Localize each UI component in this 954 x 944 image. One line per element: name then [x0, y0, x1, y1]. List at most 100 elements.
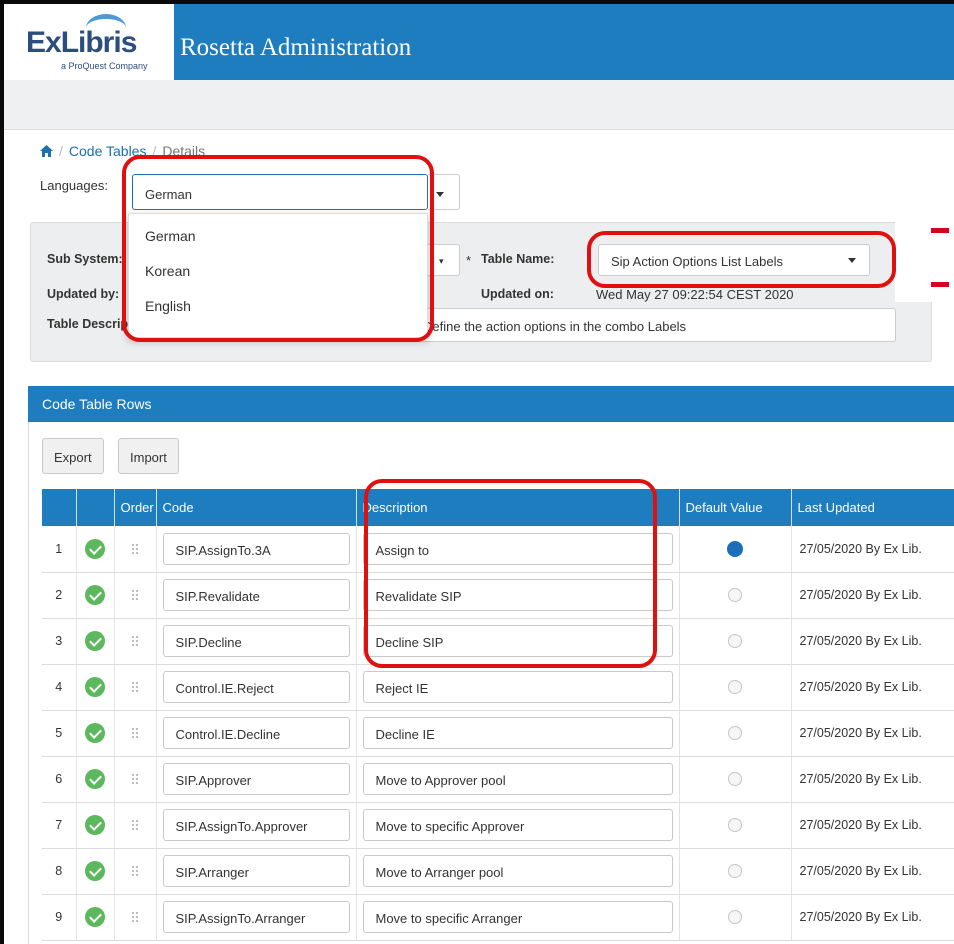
table-row[interactable]: 9 SIP.AssignTo.Arranger Move to specific A…: [42, 894, 954, 941]
active-check-icon[interactable]: [85, 538, 105, 559]
default-value-radio[interactable]: [728, 818, 742, 832]
description-cell: Assign to: [356, 526, 680, 573]
column-header-description[interactable]: Description: [356, 489, 680, 526]
languages-toggle[interactable]: [428, 174, 460, 210]
table-name-select[interactable]: Sip Action Options List Labels: [598, 244, 870, 276]
description-input[interactable]: Revalidate SIP: [362, 579, 673, 611]
column-header-last-updated[interactable]: Last Updated: [791, 489, 954, 526]
code-cell: Control.IE.Reject: [156, 664, 357, 711]
code-input[interactable]: SIP.AssignTo.3A: [162, 532, 350, 565]
default-value-cell: [679, 572, 792, 619]
updated-on-value: Wed May 27 09:22:54 CEST 2020: [596, 287, 794, 302]
order-cell: [114, 572, 157, 619]
column-header-code[interactable]: Code: [156, 489, 357, 526]
table-row[interactable]: 1 SIP.AssignTo.3A Assign to 27/05/2020 By E…: [42, 526, 954, 573]
last-updated-cell: 27/05/2020 By Ex Lib.: [791, 802, 954, 849]
row-number: 4: [42, 664, 77, 711]
required-marker: *: [466, 253, 472, 268]
description-input[interactable]: Reject IE: [362, 671, 673, 703]
code-cell: SIP.AssignTo.Arranger: [156, 894, 357, 941]
active-check-icon[interactable]: [85, 861, 105, 881]
row-number: 6: [42, 756, 77, 803]
active-check-icon[interactable]: [85, 769, 105, 789]
default-value-radio[interactable]: [728, 864, 742, 878]
code-input[interactable]: SIP.Arranger: [162, 855, 350, 887]
default-value-cell: [679, 710, 792, 757]
import-button[interactable]: Import: [118, 438, 179, 474]
drag-handle-icon[interactable]: [131, 865, 139, 877]
default-value-radio[interactable]: [727, 540, 743, 557]
active-check-icon[interactable]: [85, 907, 105, 927]
default-value-cell: [679, 526, 792, 573]
drag-handle-icon[interactable]: [131, 589, 139, 601]
description-input[interactable]: Decline IE: [362, 717, 673, 749]
language-option-english[interactable]: English: [145, 298, 191, 314]
default-value-radio[interactable]: [728, 634, 742, 648]
table-row[interactable]: 7 SIP.AssignTo.Approver Move to specific A…: [42, 802, 954, 849]
order-cell: [114, 710, 157, 757]
code-input[interactable]: SIP.AssignTo.Arranger: [162, 901, 350, 933]
active-check-icon[interactable]: [85, 723, 105, 743]
description-input[interactable]: Move to Arranger pool: [362, 855, 673, 887]
active-check-icon[interactable]: [85, 631, 105, 651]
table-row[interactable]: 4 Control.IE.Reject Reject IE 27/05/2020 By…: [42, 664, 954, 711]
drag-handle-icon[interactable]: [131, 542, 139, 555]
description-input[interactable]: Move to specific Arranger: [362, 901, 673, 933]
sub-system-label: Sub System:: [47, 252, 123, 266]
description-cell: Decline SIP: [356, 618, 680, 665]
column-header-order[interactable]: Order: [114, 489, 157, 526]
code-cell: SIP.Revalidate: [156, 572, 357, 619]
breadcrumb-details: Details: [162, 143, 206, 159]
code-input[interactable]: SIP.AssignTo.Approver: [162, 809, 350, 841]
sub-system-select[interactable]: [428, 244, 460, 276]
default-value-cell: [679, 664, 792, 711]
active-check-icon[interactable]: [85, 585, 105, 605]
default-value-radio[interactable]: [728, 726, 742, 740]
description-input[interactable]: Move to Approver pool: [362, 763, 673, 795]
chevron-down-icon: [436, 192, 444, 197]
table-row[interactable]: 6 SIP.Approver Move to Approver pool 27/05/…: [42, 756, 954, 803]
table-row[interactable]: 2 SIP.Revalidate Revalidate SIP 27/05/2020 …: [42, 572, 954, 619]
export-button[interactable]: Export: [42, 438, 104, 474]
drag-handle-icon[interactable]: [131, 727, 139, 739]
column-header-default-value[interactable]: Default Value: [679, 489, 792, 526]
default-value-cell: [679, 618, 792, 665]
description-input[interactable]: Assign to: [362, 532, 673, 565]
last-updated-cell: 27/05/2020 By Ex Lib.: [791, 526, 954, 573]
order-cell: [114, 756, 157, 803]
drag-handle-icon[interactable]: [131, 635, 139, 647]
code-input[interactable]: Control.IE.Reject: [162, 671, 350, 703]
default-value-radio[interactable]: [728, 588, 742, 602]
app-header: ExLibris a ProQuest Company Rosetta Admi…: [4, 4, 954, 80]
home-icon[interactable]: [40, 145, 53, 157]
code-input[interactable]: SIP.Revalidate: [162, 579, 350, 611]
description-input[interactable]: Move to specific Approver: [362, 809, 673, 841]
drag-handle-icon[interactable]: [131, 681, 139, 693]
language-option-korean[interactable]: Korean: [145, 263, 190, 279]
drag-handle-icon[interactable]: [131, 773, 139, 785]
drag-handle-icon[interactable]: [131, 911, 139, 923]
breadcrumb-separator: /: [59, 143, 63, 159]
active-check-icon[interactable]: [85, 815, 105, 835]
code-input[interactable]: Control.IE.Decline: [162, 717, 350, 749]
code-input[interactable]: SIP.Approver: [162, 763, 350, 795]
code-input[interactable]: SIP.Decline: [162, 625, 350, 657]
languages-select[interactable]: German: [132, 174, 428, 210]
status-cell: [76, 572, 115, 619]
table-row[interactable]: 5 Control.IE.Decline Decline IE 27/05/2020 …: [42, 710, 954, 757]
app-title: Rosetta Administration: [180, 34, 412, 61]
breadcrumb-code-tables[interactable]: Code Tables: [69, 143, 147, 159]
default-value-radio[interactable]: [728, 680, 742, 694]
status-cell: [76, 526, 115, 573]
table-row[interactable]: 8 SIP.Arranger Move to Arranger pool 27/05/…: [42, 848, 954, 895]
last-updated-cell: 27/05/2020 By Ex Lib.: [791, 572, 954, 619]
description-input[interactable]: Decline SIP: [362, 625, 673, 657]
status-cell: [76, 710, 115, 757]
status-cell: [76, 664, 115, 711]
language-option-german[interactable]: German: [145, 228, 196, 244]
default-value-radio[interactable]: [728, 910, 742, 924]
drag-handle-icon[interactable]: [131, 819, 139, 831]
default-value-radio[interactable]: [728, 772, 742, 786]
table-row[interactable]: 3 SIP.Decline Decline SIP 27/05/2020 By Ex …: [42, 618, 954, 665]
active-check-icon[interactable]: [85, 677, 105, 697]
